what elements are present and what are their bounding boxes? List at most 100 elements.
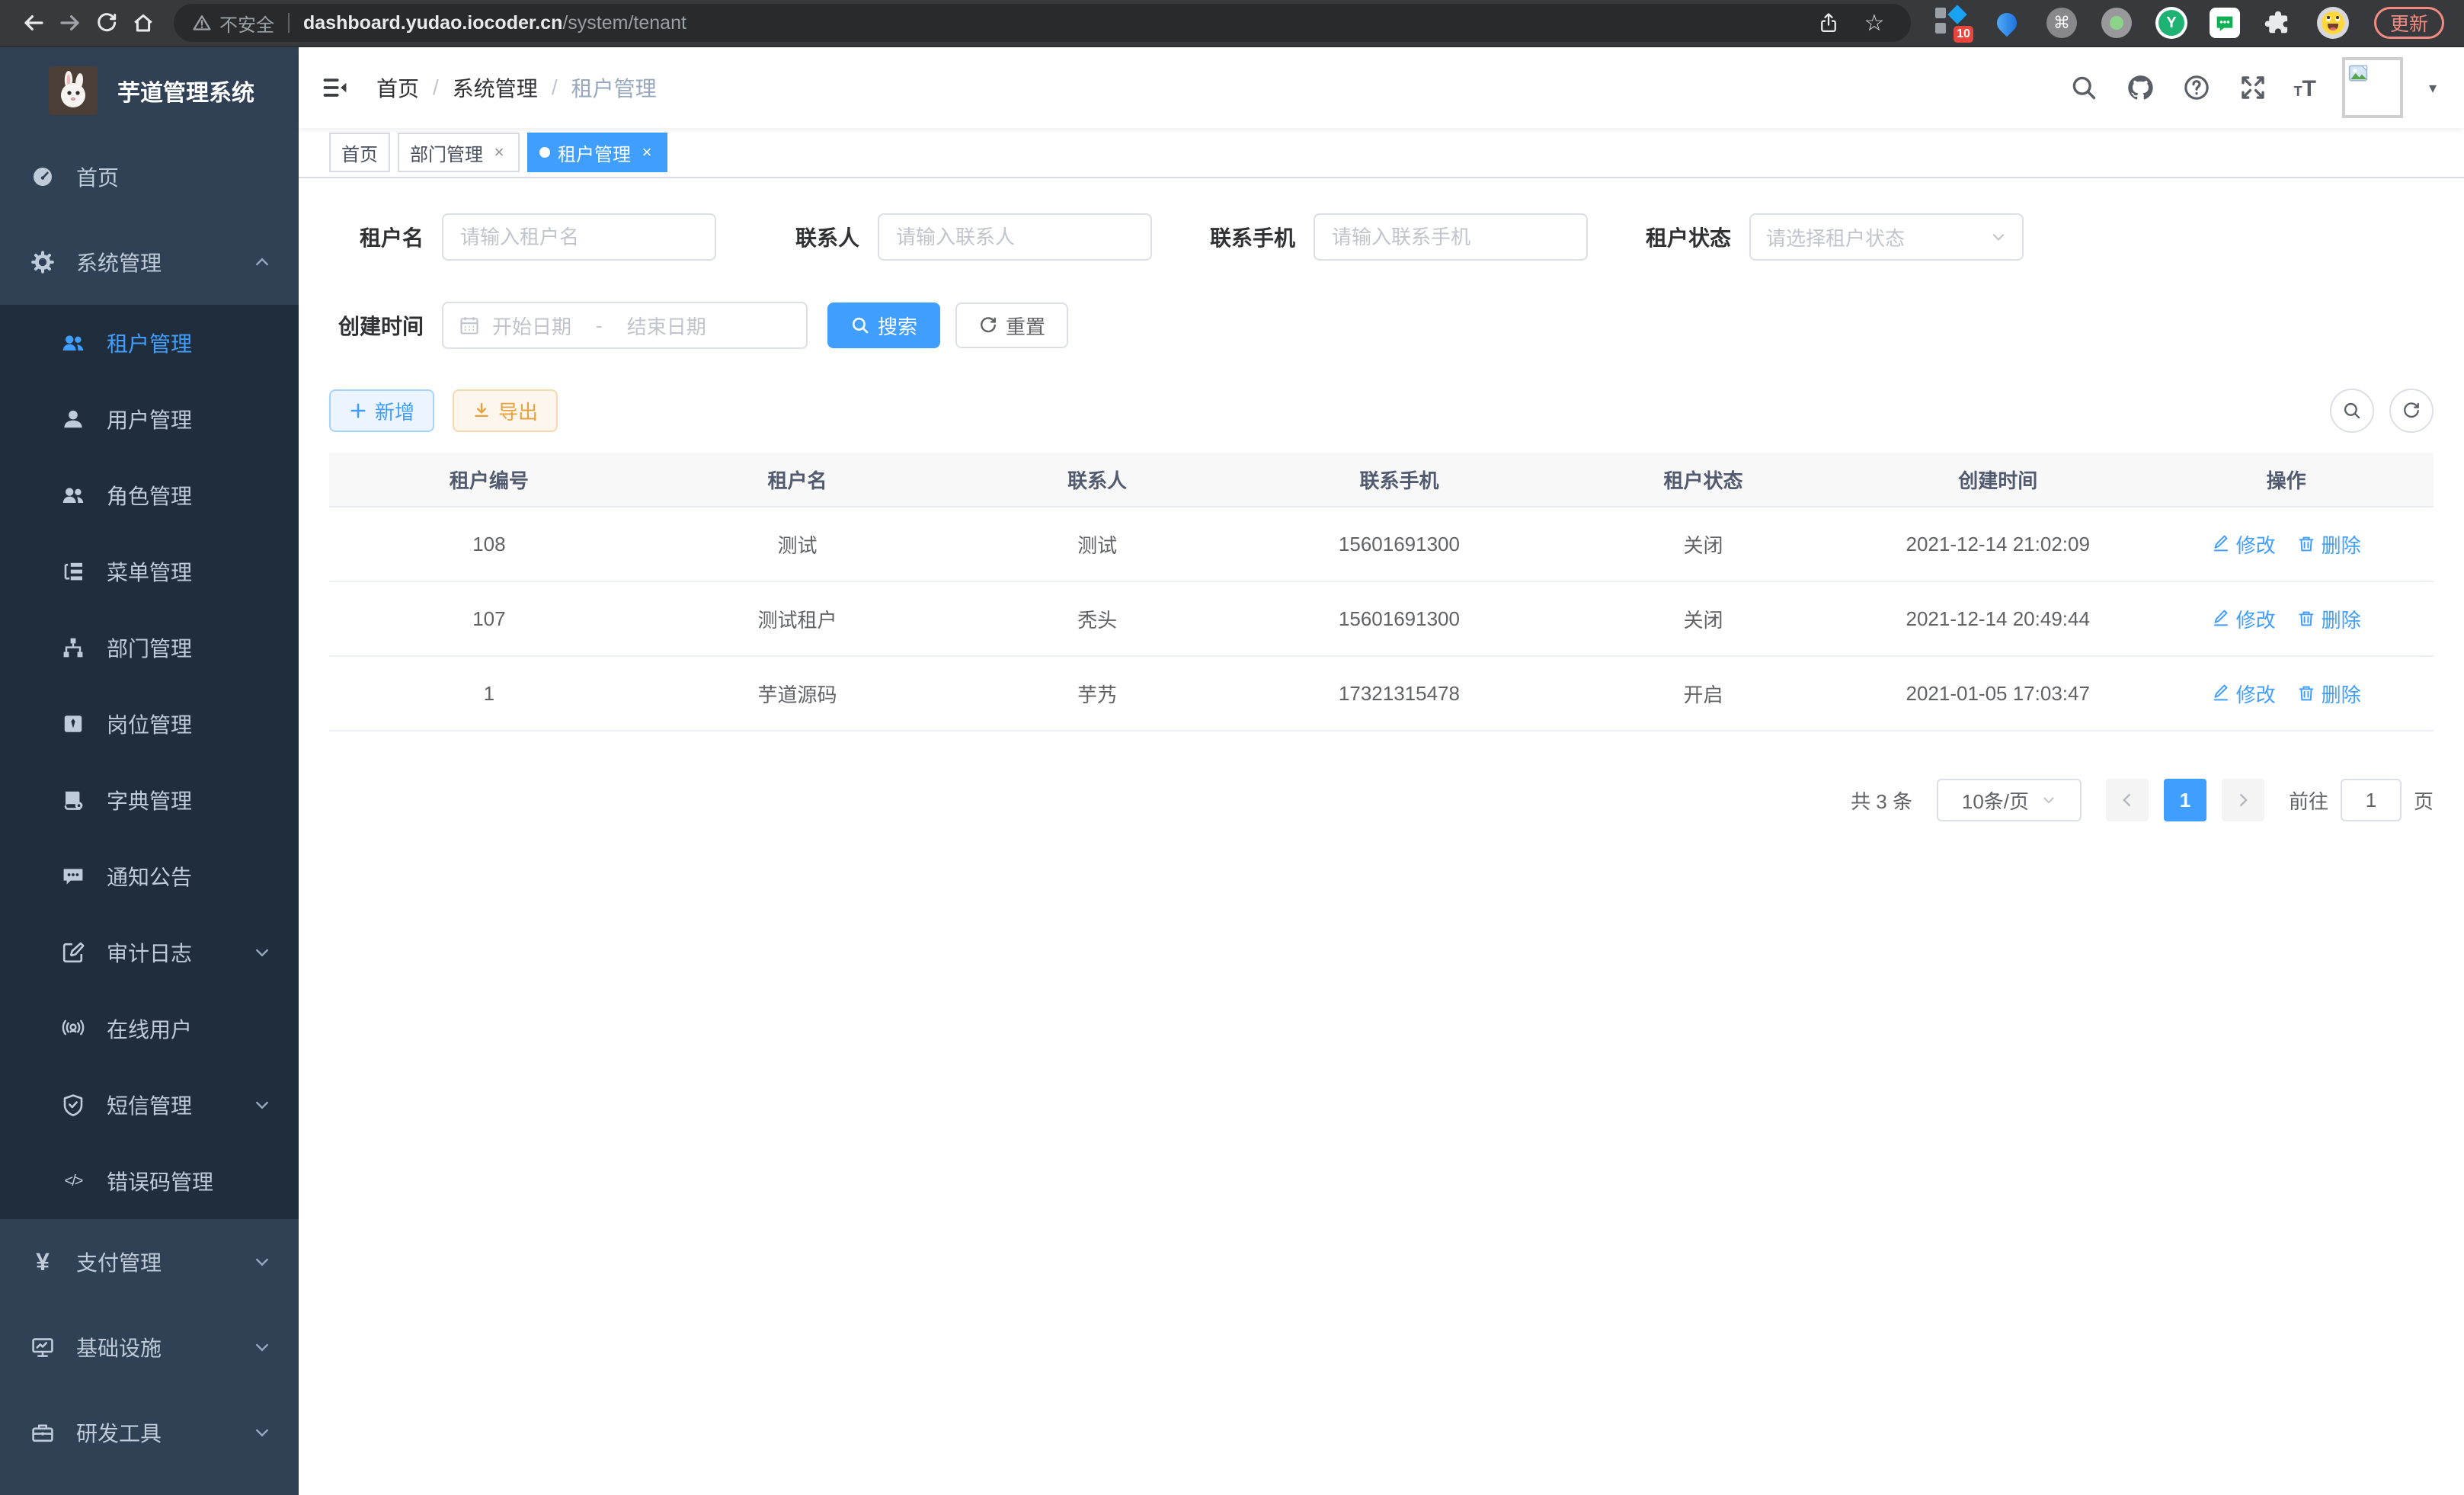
sidebar-item-dept[interactable]: 部门管理	[0, 610, 299, 686]
github-icon[interactable]	[2125, 72, 2155, 103]
extension-badge: 10	[1954, 26, 1973, 43]
profile-avatar-icon[interactable]	[2316, 6, 2350, 40]
text-size-icon[interactable]: TT	[2294, 74, 2316, 102]
sidebar-item-menu[interactable]: 菜单管理	[0, 533, 299, 610]
date-start-placeholder: 开始日期	[492, 312, 571, 340]
add-button[interactable]: 新增	[329, 389, 434, 432]
header-search-icon[interactable]	[2069, 72, 2099, 103]
sidebar-item-notice[interactable]: 通知公告	[0, 838, 299, 914]
table-row[interactable]: 108 测试 测试 15601691300 关闭 2021-12-14 21:0…	[329, 507, 2434, 582]
refresh-icon	[978, 315, 998, 335]
extension-y-icon[interactable]: Y	[2155, 6, 2188, 40]
edit-link[interactable]: 修改	[2212, 605, 2276, 633]
tab-label: 部门管理	[410, 139, 483, 166]
sidebar-item-tenant[interactable]: 租户管理	[0, 305, 299, 381]
sidebar-item-system[interactable]: 系统管理	[0, 219, 299, 305]
close-icon[interactable]: ×	[638, 142, 655, 162]
edit-link[interactable]: 修改	[2212, 680, 2276, 708]
sidebar-item-dict[interactable]: 字典管理	[0, 762, 299, 838]
chevron-down-icon	[1990, 229, 2007, 245]
status-select[interactable]: 请选择租户状态	[1749, 213, 2024, 261]
column-header: 租户状态	[1550, 466, 1857, 494]
delete-link[interactable]: 删除	[2297, 605, 2361, 633]
fullscreen-icon[interactable]	[2238, 72, 2268, 103]
browser-update-button[interactable]: 更新	[2374, 7, 2444, 39]
search-button[interactable]: 搜索	[827, 303, 940, 348]
sidebar-item-error-code[interactable]: </> 错误码管理	[0, 1143, 299, 1219]
next-page-button[interactable]	[2222, 779, 2264, 821]
cell-mobile: 17321315478	[1249, 682, 1550, 706]
address-bar[interactable]: 不安全 dashboard.yudao.iocoder.cn/system/te…	[174, 4, 1911, 42]
close-icon[interactable]: ×	[491, 142, 507, 162]
reset-button[interactable]: 重置	[955, 303, 1068, 348]
sidebar-item-online-users[interactable]: 在线用户	[0, 991, 299, 1067]
tab-home[interactable]: 首页	[329, 133, 390, 172]
app-logo-row[interactable]: 芋道管理系统	[0, 47, 299, 134]
browser-reload-icon[interactable]	[88, 5, 125, 41]
extension-record-icon[interactable]	[2100, 6, 2133, 40]
breadcrumb-home[interactable]: 首页	[376, 72, 419, 103]
sidebar-item-home[interactable]: 首页	[0, 134, 299, 219]
sidebar-item-user[interactable]: 用户管理	[0, 381, 299, 457]
page-size-select[interactable]: 10条/页	[1937, 779, 2082, 821]
sidebar-item-label: 在线用户	[107, 1013, 192, 1044]
breadcrumb: 首页 / 系统管理 / 租户管理	[376, 72, 657, 103]
bookmark-star-icon[interactable]: ☆	[1856, 5, 1893, 41]
breadcrumb-system[interactable]: 系统管理	[453, 72, 538, 103]
toolbox-icon	[30, 1420, 55, 1445]
delete-link[interactable]: 删除	[2297, 680, 2361, 708]
page-url[interactable]: dashboard.yudao.iocoder.cn/system/tenant	[303, 12, 686, 34]
column-header: 联系人	[946, 466, 1249, 494]
date-end-placeholder: 结束日期	[627, 312, 706, 340]
cell-contact: 秃头	[946, 605, 1249, 633]
avatar-caret-icon[interactable]: ▾	[2429, 78, 2437, 98]
export-button[interactable]: 导出	[453, 389, 558, 432]
page-number-1[interactable]: 1	[2164, 779, 2206, 821]
sidebar-item-dev-tools[interactable]: 研发工具	[0, 1390, 299, 1475]
cell-tenant-name: 测试	[649, 530, 946, 559]
browser-toolbar: 不安全 dashboard.yudao.iocoder.cn/system/te…	[0, 0, 2464, 47]
column-header: 操作	[2139, 466, 2434, 494]
chevron-down-icon	[253, 943, 271, 962]
sidebar-item-label: 岗位管理	[107, 709, 192, 739]
toggle-search-button[interactable]	[2330, 389, 2374, 433]
extension-pin-icon[interactable]	[1990, 6, 2024, 40]
create-time-range-picker[interactable]: 开始日期 - 结束日期	[442, 302, 808, 349]
sidebar-collapse-icon[interactable]	[322, 74, 349, 101]
sidebar-item-post[interactable]: 岗位管理	[0, 686, 299, 762]
table-row[interactable]: 1 芋道源码 芋艿 17321315478 开启 2021-01-05 17:0…	[329, 657, 2434, 731]
total-count: 共 3 条	[1851, 786, 1912, 815]
help-icon[interactable]	[2181, 72, 2212, 103]
extensions-puzzle-icon[interactable]	[2261, 6, 2295, 40]
refresh-table-button[interactable]	[2389, 389, 2434, 433]
mobile-input[interactable]	[1314, 213, 1588, 261]
breadcrumb-current: 租户管理	[571, 72, 657, 103]
sidebar-item-sms[interactable]: 短信管理	[0, 1067, 299, 1143]
cell-tenant-name: 测试租户	[649, 605, 946, 633]
prev-page-button[interactable]	[2106, 779, 2149, 821]
share-icon[interactable]	[1810, 5, 1847, 41]
avatar[interactable]	[2342, 57, 2403, 118]
browser-forward-icon[interactable]	[52, 5, 88, 41]
sidebar-item-infrastructure[interactable]: 基础设施	[0, 1305, 299, 1390]
browser-back-icon[interactable]	[15, 5, 52, 41]
delete-link[interactable]: 删除	[2297, 530, 2361, 559]
extension-grid-icon[interactable]: 10	[1935, 6, 1969, 40]
goto-page-input[interactable]	[2341, 779, 2402, 821]
sidebar-item-payment[interactable]: ¥ 支付管理	[0, 1219, 299, 1305]
tab-tenant[interactable]: 租户管理 ×	[527, 133, 667, 172]
tab-label: 租户管理	[558, 139, 631, 166]
browser-menu-icon[interactable]: ⋮	[2459, 10, 2464, 37]
table-row[interactable]: 107 测试租户 秃头 15601691300 关闭 2021-12-14 20…	[329, 582, 2434, 657]
edit-link[interactable]: 修改	[2212, 530, 2276, 559]
chevron-down-icon	[253, 1338, 271, 1356]
contact-input[interactable]	[878, 213, 1152, 261]
security-label[interactable]: 不安全	[219, 10, 274, 37]
extension-command-icon[interactable]: ⌘	[2045, 6, 2078, 40]
extension-chat-icon[interactable]	[2210, 8, 2240, 38]
tab-dept[interactable]: 部门管理 ×	[398, 133, 520, 172]
browser-home-icon[interactable]	[125, 5, 162, 41]
sidebar-item-role[interactable]: 角色管理	[0, 457, 299, 533]
sidebar-item-audit-log[interactable]: 审计日志	[0, 914, 299, 991]
tenant-name-input[interactable]	[442, 213, 716, 261]
